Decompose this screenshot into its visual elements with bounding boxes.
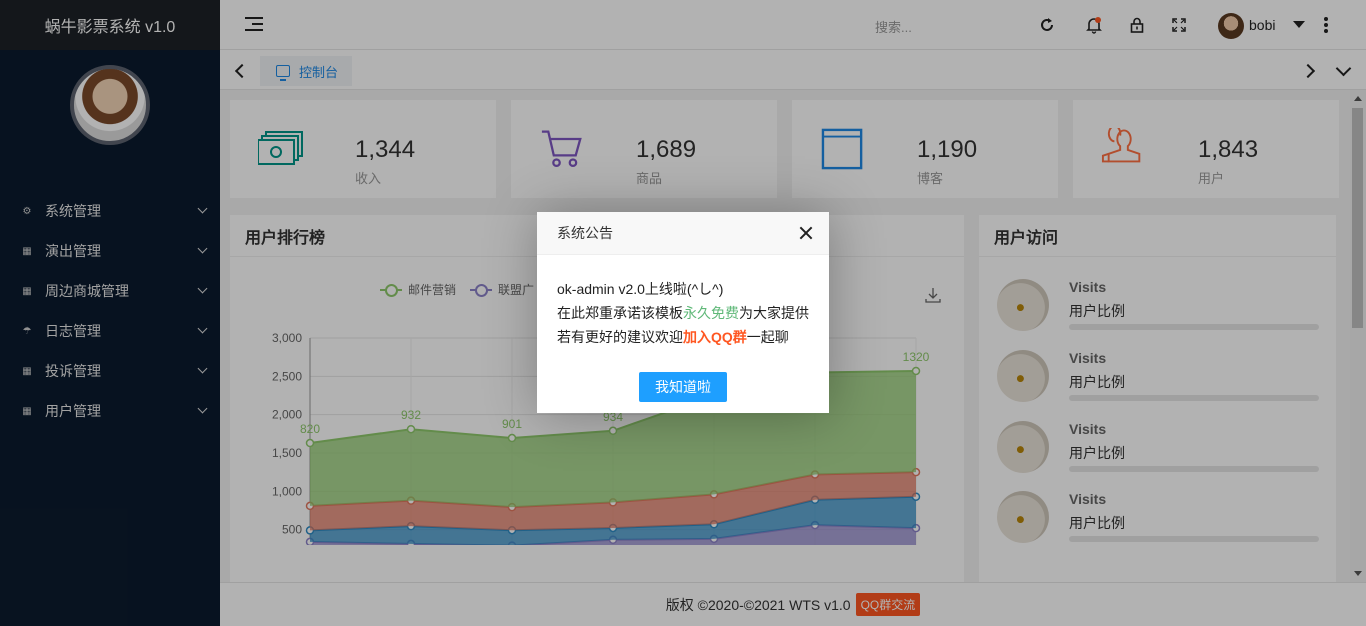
join-qq-link[interactable]: 加入QQ群: [683, 329, 747, 345]
announcement-line: 在此郑重承诺该模板永久免费为大家提供: [557, 301, 809, 325]
text: 一起聊: [746, 329, 789, 345]
text: 若有更好的建议欢迎: [557, 329, 683, 345]
text: 为大家提供: [739, 305, 809, 321]
text: 在此郑重承诺该模板: [557, 305, 683, 321]
close-icon[interactable]: [799, 226, 813, 240]
dialog-title: 系统公告: [537, 212, 829, 255]
announcement-line: ok-admin v2.0上线啦(^し^): [557, 281, 724, 297]
highlight-free: 永久免费: [683, 305, 739, 321]
confirm-button[interactable]: 我知道啦: [639, 372, 727, 402]
announcement-line: 若有更好的建议欢迎加入QQ群一起聊: [557, 325, 809, 349]
dialog-body: ok-admin v2.0上线啦(^し^) 在此郑重承诺该模板永久免费为大家提供…: [537, 255, 829, 349]
announcement-dialog: 系统公告 ok-admin v2.0上线啦(^し^) 在此郑重承诺该模板永久免费…: [537, 212, 829, 413]
